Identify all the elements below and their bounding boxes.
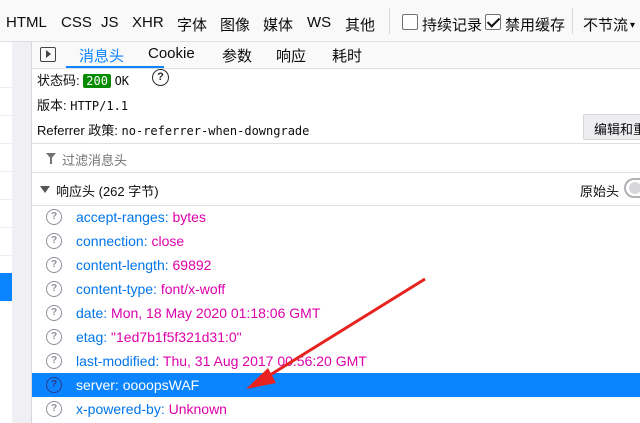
tab-timings[interactable]: 耗时 — [332, 45, 362, 66]
filter-headers-input[interactable]: 过滤消息头 — [62, 150, 127, 169]
version-value: HTTP/1.1 — [70, 99, 129, 113]
header-entry: server: oooopsWAF — [76, 377, 199, 393]
header-value: Mon, 18 May 2020 01:18:06 GMT — [111, 305, 321, 321]
header-name: server: — [76, 377, 119, 393]
header-row[interactable]: ? accept-ranges: bytes — [32, 205, 640, 229]
status-label: 状态码: — [37, 73, 80, 88]
toggle-sidebar-icon[interactable] — [40, 47, 56, 62]
toolbar-divider — [389, 8, 390, 34]
divider — [32, 172, 640, 173]
help-icon[interactable]: ? — [46, 233, 62, 249]
throttling-select[interactable]: 不节流 — [583, 14, 628, 35]
tab-params[interactable]: 参数 — [222, 45, 252, 66]
status-row: 状态码: 200 OK — [37, 70, 129, 89]
filter-fonts-button[interactable]: 字体 — [177, 14, 207, 35]
help-icon[interactable]: ? — [46, 305, 62, 321]
filter-xhr-button[interactable]: XHR — [132, 14, 164, 31]
header-entry: connection: close — [76, 233, 184, 249]
raw-headers-label: 原始头 — [580, 184, 620, 199]
header-value: Unknown — [168, 401, 227, 417]
headers-panel: 状态码: 200 OK ? 版本: HTTP/1.1 Referrer 政策: … — [32, 69, 640, 423]
filter-icon-stem — [50, 158, 52, 164]
header-row[interactable]: ? connection: close — [32, 229, 640, 253]
header-name: x-powered-by: — [76, 401, 165, 417]
filter-html-button[interactable]: HTML — [6, 14, 47, 31]
header-entry: date: Mon, 18 May 2020 01:18:06 GMT — [76, 305, 320, 321]
header-name: connection: — [76, 233, 148, 249]
help-icon[interactable]: ? — [46, 329, 62, 345]
request-type-filter-bar: HTML CSS JS XHR 字体 图像 媒体 WS 其他 持续记录 禁用缓存… — [0, 0, 640, 42]
header-value: 69892 — [172, 257, 212, 273]
filter-css-button[interactable]: CSS — [61, 14, 92, 31]
version-row: 版本: HTTP/1.1 — [37, 95, 128, 114]
response-headers-title[interactable]: 响应头 (262 字节) — [56, 181, 159, 200]
header-row[interactable]: ? last-modified: Thu, 31 Aug 2017 00:56:2… — [32, 349, 640, 373]
persist-logs-checkbox[interactable] — [402, 14, 418, 30]
header-row[interactable]: ? content-length: 69892 — [32, 253, 640, 277]
referrer-value: no-referrer-when-downgrade — [121, 124, 310, 138]
details-tab-bar: 消息头 Cookie 参数 响应 耗时 — [32, 42, 640, 69]
help-icon[interactable]: ? — [46, 401, 62, 417]
filter-ws-button[interactable]: WS — [307, 14, 331, 31]
header-row[interactable]: ? x-powered-by: Unknown — [32, 397, 640, 421]
raw-headers-toggle[interactable] — [624, 178, 640, 198]
filter-images-button[interactable]: 图像 — [220, 14, 250, 35]
collapse-arrow-icon[interactable] — [40, 186, 50, 193]
tab-response[interactable]: 响应 — [276, 45, 306, 66]
header-row[interactable]: ? server: oooopsWAF — [32, 373, 640, 397]
tab-headers[interactable]: 消息头 — [79, 45, 124, 66]
version-label: 版本: — [37, 98, 67, 113]
referrer-row: Referrer 政策: no-referrer-when-downgrade — [37, 120, 309, 139]
header-value: Thu, 31 Aug 2017 00:56:20 GMT — [162, 353, 367, 369]
header-entry: etag: "1ed7b1f5f321d31:0" — [76, 329, 242, 345]
panel-splitter[interactable] — [12, 42, 32, 423]
header-value: close — [151, 233, 185, 249]
header-name: content-length: — [76, 257, 169, 273]
chevron-down-icon: ▾ — [630, 20, 636, 31]
active-tab-indicator — [66, 66, 164, 68]
header-name: content-type: — [76, 281, 157, 297]
header-name: date: — [76, 305, 108, 321]
header-value: font/x-woff — [160, 281, 226, 297]
header-row[interactable]: ? etag: "1ed7b1f5f321d31:0" — [32, 325, 640, 349]
tab-cookies[interactable]: Cookie — [148, 45, 195, 62]
header-name: accept-ranges: — [76, 209, 169, 225]
header-value: oooopsWAF — [122, 377, 200, 393]
help-icon[interactable]: ? — [46, 353, 62, 369]
header-row[interactable]: ? date: Mon, 18 May 2020 01:18:06 GMT — [32, 301, 640, 325]
selected-request-row[interactable] — [0, 273, 12, 301]
header-name: last-modified: — [76, 353, 160, 369]
disable-cache-label: 禁用缓存 — [505, 17, 566, 34]
status-badge: 200 — [83, 74, 111, 88]
header-entry: last-modified: Thu, 31 Aug 2017 00:56:20… — [76, 353, 367, 369]
header-entry: accept-ranges: bytes — [76, 209, 206, 225]
edit-and-resend-button[interactable]: 编辑和重发 — [583, 114, 640, 140]
help-icon[interactable]: ? — [46, 281, 62, 297]
status-text: OK — [114, 74, 130, 88]
header-name: etag: — [76, 329, 108, 345]
referrer-label: Referrer 政策: — [37, 123, 118, 138]
filter-js-button[interactable]: JS — [101, 14, 119, 31]
header-value: bytes — [172, 209, 206, 225]
divider — [32, 143, 640, 144]
filter-other-button[interactable]: 其他 — [345, 14, 375, 35]
help-icon[interactable]: ? — [46, 257, 62, 273]
help-icon[interactable]: ? — [46, 377, 62, 393]
toolbar-divider — [572, 8, 573, 34]
help-icon[interactable]: ? — [46, 209, 62, 225]
persist-logs-label: 持续记录 — [422, 17, 483, 34]
header-entry: content-type: font/x-woff — [76, 281, 225, 297]
filter-media-button[interactable]: 媒体 — [263, 14, 293, 35]
help-icon[interactable]: ? — [152, 69, 169, 86]
header-row[interactable]: ? content-type: font/x-woff — [32, 277, 640, 301]
header-entry: x-powered-by: Unknown — [76, 401, 227, 417]
header-value: "1ed7b1f5f321d31:0" — [111, 329, 242, 345]
header-entry: content-length: 69892 — [76, 257, 211, 273]
disable-cache-checkbox[interactable] — [485, 14, 501, 30]
